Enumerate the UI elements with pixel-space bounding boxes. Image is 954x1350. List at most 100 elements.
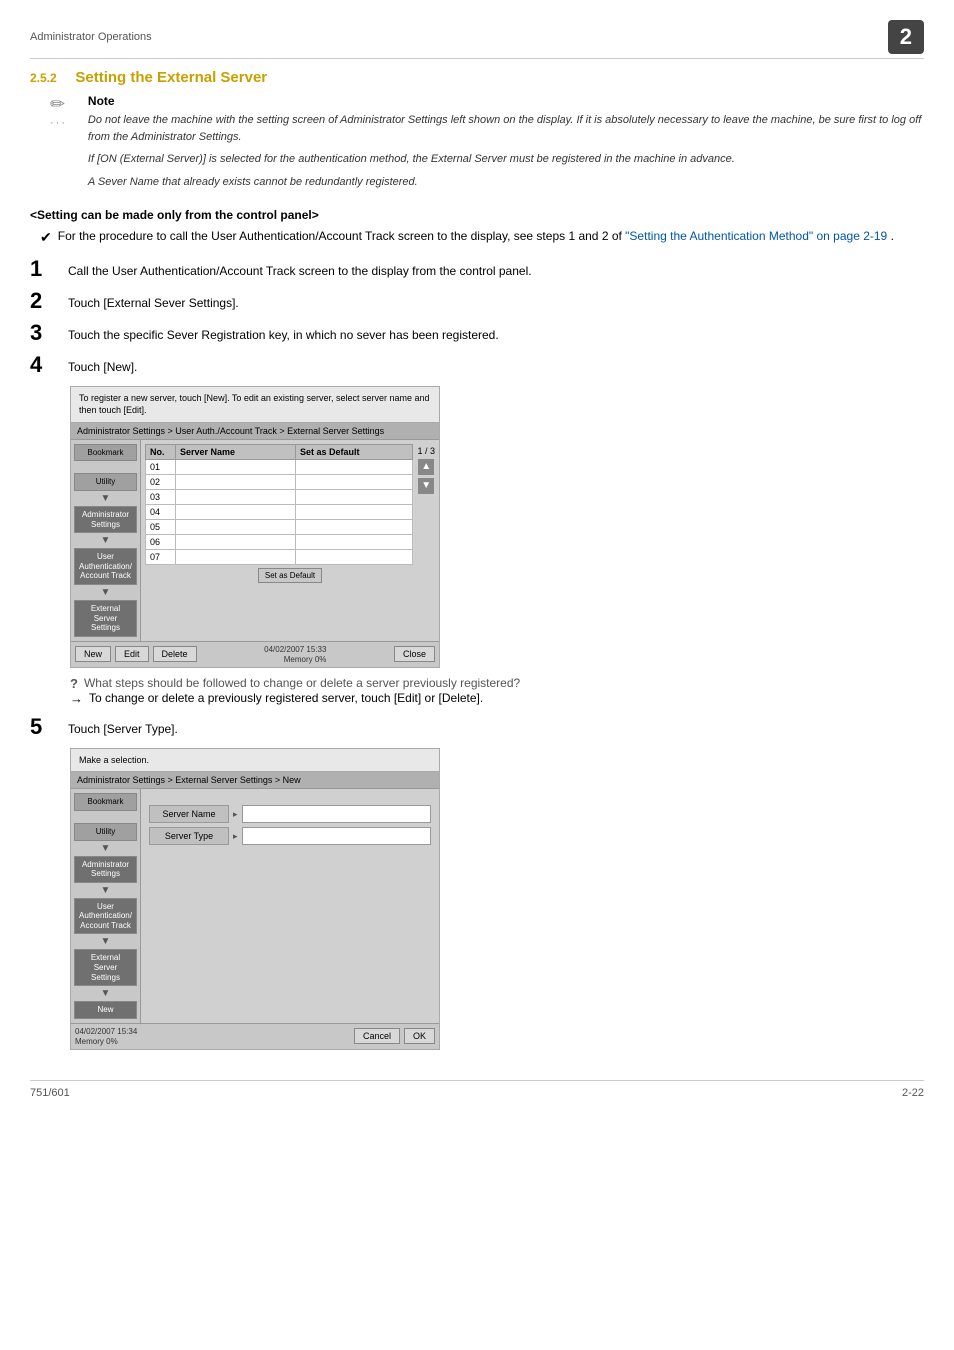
table-row[interactable]: 05 — [146, 519, 413, 534]
sc1-external-btn[interactable]: External Server Settings — [74, 600, 137, 637]
sc2-server-name-label: Server Name — [149, 805, 229, 823]
sc2-server-name-arrow: ▸ — [233, 809, 238, 820]
step-3: 3 Touch the specific Sever Registration … — [30, 322, 924, 344]
sc2-user-btn[interactable]: User Authentication/ Account Track — [74, 898, 137, 935]
sc1-edit-btn[interactable]: Edit — [115, 646, 149, 662]
step-5: 5 Touch [Server Type]. — [30, 716, 924, 738]
sc2-memory: Memory 0% — [75, 1037, 118, 1046]
step-4-text: Touch [New]. — [68, 354, 137, 376]
sc1-action-buttons: New Edit Delete — [75, 646, 197, 662]
dots-decoration: ··· — [50, 117, 67, 129]
table-row[interactable]: 03 — [146, 489, 413, 504]
sc2-arrow-1: ▼ — [74, 843, 137, 854]
step-2: 2 Touch [External Sever Settings]. — [30, 290, 924, 312]
sc1-scroll-up-btn[interactable]: ▲ — [418, 459, 434, 475]
note-line-3: A Sever Name that already exists cannot … — [88, 174, 924, 191]
checkmark-icon: ✔ — [40, 228, 52, 248]
sc2-bookmark-btn[interactable]: Bookmark — [74, 793, 137, 811]
sc1-arrow-3: ▼ — [74, 587, 137, 598]
footer-right: 2-22 — [902, 1087, 924, 1099]
qa-question: ? What steps should be followed to chang… — [70, 676, 924, 691]
sc2-admin-btn[interactable]: Administrator Settings — [74, 856, 137, 883]
screenshot-2: Make a selection. Administrator Settings… — [70, 748, 440, 1050]
sc1-table: No. Server Name Set as Default 01 02 03 … — [145, 444, 413, 565]
sc1-set-default-btn[interactable]: Set as Default — [258, 568, 322, 583]
sc1-close-btn[interactable]: Close — [394, 646, 435, 662]
note-title: Note — [88, 94, 924, 108]
table-row[interactable]: 01 — [146, 459, 413, 474]
sc2-action-buttons: Cancel OK — [354, 1028, 435, 1044]
screenshot-1: To register a new server, touch [New]. T… — [70, 386, 440, 668]
qa-answer-text: To change or delete a previously registe… — [89, 691, 483, 706]
qa-block: ? What steps should be followed to chang… — [70, 676, 924, 706]
table-row[interactable]: 07 — [146, 549, 413, 564]
sc2-breadcrumb: Administrator Settings > External Server… — [71, 772, 439, 789]
header-label: Administrator Operations — [30, 31, 152, 43]
sc2-cancel-btn[interactable]: Cancel — [354, 1028, 400, 1044]
sc1-content: No. Server Name Set as Default 01 02 03 … — [141, 440, 439, 641]
sc1-bookmark-btn[interactable]: Bookmark — [74, 444, 137, 462]
sc1-bottom-bar: New Edit Delete 04/02/2007 15:33 Memory … — [71, 641, 439, 667]
bullet-text: For the procedure to call the User Authe… — [58, 228, 894, 248]
sc2-ok-btn[interactable]: OK — [404, 1028, 435, 1044]
sc2-bottom-bar: 04/02/2007 15:34 Memory 0% Cancel OK — [71, 1023, 439, 1049]
sc1-admin-btn[interactable]: Administrator Settings — [74, 506, 137, 533]
step-5-text: Touch [Server Type]. — [68, 716, 178, 738]
note-content: Note Do not leave the machine with the s… — [88, 94, 924, 196]
step-1-text: Call the User Authentication/Account Tra… — [68, 258, 532, 280]
sc2-sidebar: Bookmark Utility ▼ Administrator Setting… — [71, 789, 141, 1023]
sc1-pagination: 1 / 3 — [417, 446, 435, 456]
sc1-new-btn[interactable]: New — [75, 646, 111, 662]
sc2-new-btn[interactable]: New — [74, 1001, 137, 1019]
sc1-user-btn[interactable]: User Authentication/ Account Track — [74, 548, 137, 585]
qa-question-text: What steps should be followed to change … — [84, 676, 520, 691]
table-row[interactable]: 04 — [146, 504, 413, 519]
question-icon: ? — [70, 676, 78, 691]
sc1-col-default: Set as Default — [296, 444, 413, 459]
note-line-1: Do not leave the machine with the settin… — [88, 112, 924, 145]
sc1-utility-btn[interactable]: Utility — [74, 473, 137, 491]
sc2-arrow-4: ▼ — [74, 988, 137, 999]
section-number: 2.5.2 — [30, 71, 57, 85]
sc1-scroll-down-btn[interactable]: ▼ — [418, 478, 434, 494]
step-5-number: 5 — [30, 716, 58, 738]
sc1-main: Bookmark Utility ▼ Administrator Setting… — [71, 440, 439, 641]
sc2-content: Server Name ▸ Server Type ▸ — [141, 789, 439, 1023]
sc1-instruction: To register a new server, touch [New]. T… — [71, 387, 439, 423]
footer-left: 751/601 — [30, 1087, 70, 1099]
page-badge: 2 — [888, 20, 924, 54]
header-bar: Administrator Operations 2 — [30, 20, 924, 59]
section-title: Setting the External Server — [75, 69, 267, 86]
table-row[interactable]: 02 — [146, 474, 413, 489]
sc2-server-type-input[interactable] — [242, 827, 431, 845]
sc2-external-btn[interactable]: External Server Settings — [74, 949, 137, 986]
step-3-text: Touch the specific Sever Registration ke… — [68, 322, 499, 344]
sc2-arrow-3: ▼ — [74, 936, 137, 947]
sc2-server-name-input[interactable] — [242, 805, 431, 823]
sc1-memory: Memory 0% — [284, 655, 327, 664]
sc1-col-server: Server Name — [176, 444, 296, 459]
note-block: ✏ ··· Note Do not leave the machine with… — [50, 94, 924, 196]
sc1-arrow-1: ▼ — [74, 493, 137, 504]
sc2-server-type-label: Server Type — [149, 827, 229, 845]
sc1-delete-btn[interactable]: Delete — [153, 646, 197, 662]
step-1: 1 Call the User Authentication/Account T… — [30, 258, 924, 280]
sc1-col-no: No. — [146, 444, 176, 459]
sc2-main: Bookmark Utility ▼ Administrator Setting… — [71, 789, 439, 1023]
note-line-2: If [ON (External Server)] is selected fo… — [88, 151, 924, 168]
table-row[interactable]: 06 — [146, 534, 413, 549]
footer: 751/601 2-22 — [30, 1080, 924, 1099]
sc2-datetime: 04/02/2007 15:34 — [75, 1027, 137, 1036]
pencil-icon: ✏ — [50, 94, 65, 114]
step-3-number: 3 — [30, 322, 58, 344]
qa-answer: → To change or delete a previously regis… — [70, 691, 924, 706]
sc2-arrow-2: ▼ — [74, 885, 137, 896]
note-icon-area: ✏ ··· — [50, 94, 80, 196]
arrow-icon: → — [70, 691, 83, 706]
sc1-arrow-2: ▼ — [74, 535, 137, 546]
auth-method-link[interactable]: "Setting the Authentication Method" on p… — [625, 229, 887, 243]
sc2-server-type-arrow: ▸ — [233, 831, 238, 842]
step-4: 4 Touch [New]. — [30, 354, 924, 376]
sc2-utility-btn[interactable]: Utility — [74, 823, 137, 841]
step-1-number: 1 — [30, 258, 58, 280]
